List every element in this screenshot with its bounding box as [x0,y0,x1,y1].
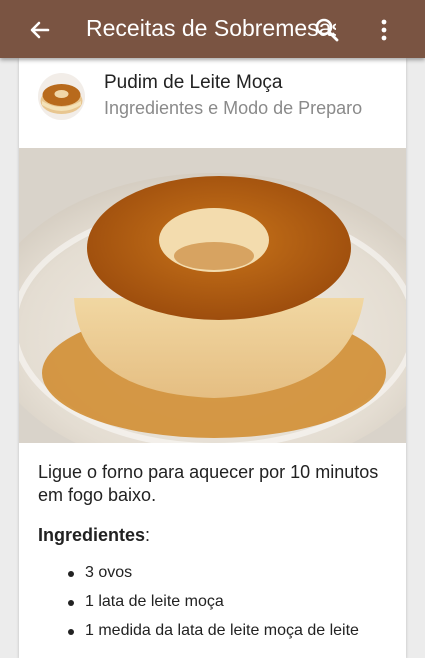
list-item: 3 ovos [38,563,398,592]
search-icon[interactable] [314,17,340,43]
intro-text: Ligue o forno para aquecer por 10 minuto… [38,462,379,505]
ingredients-heading: Ingredientes: [38,525,151,545]
list-item: 1 medida da lata de leite moça de leite [38,621,398,650]
recipe-thumbnail[interactable] [38,73,85,120]
ingredients-list: 3 ovos 1 lata de leite moça 1 medida da … [38,563,398,650]
recipe-title: Pudim de Leite Moça [104,72,283,93]
app-title: Receitas de Sobremesas [86,15,336,41]
more-vert-icon[interactable] [372,16,396,44]
list-item: 1 lata de leite moça [38,592,398,621]
recipe-subtitle: Ingredientes e Modo de Preparo [104,98,363,118]
recipe-card: Pudim de Leite Moça Ingredientes e Modo … [19,58,406,658]
recipe-photo [19,148,406,443]
arrow-back-icon[interactable] [26,16,54,44]
pudding-thumbnail-image [38,73,85,120]
app-bar: Receitas de Sobremesas [0,0,425,58]
